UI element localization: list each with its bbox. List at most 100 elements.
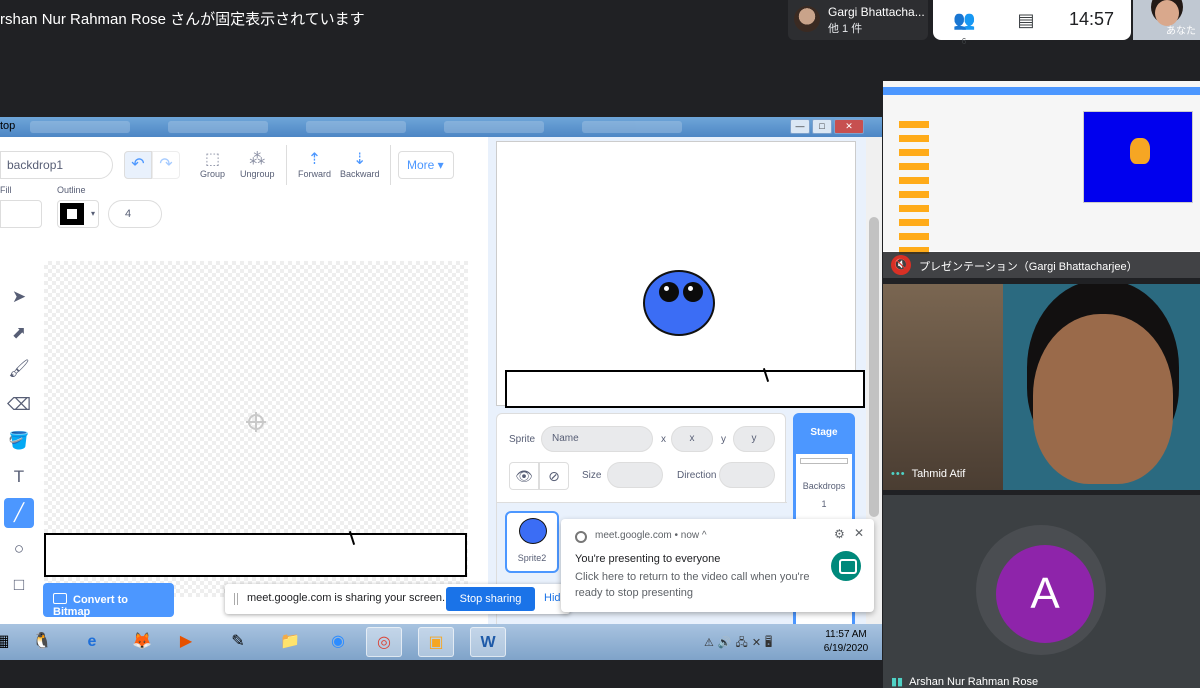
self-video-tile[interactable]: あなた xyxy=(1133,0,1200,40)
line-tool-icon[interactable]: ╱ xyxy=(4,498,34,528)
fill-tool-icon[interactable]: 🪣 xyxy=(4,426,34,456)
sprite-label: Sprite xyxy=(509,434,536,445)
presentation-caption: プレゼンテーション（Gargi Bhattacharjee） xyxy=(919,261,1138,273)
circle-tool-icon[interactable]: ○ xyxy=(4,534,34,564)
size-label: Size xyxy=(582,470,602,481)
presenter-chip[interactable]: Gargi Bhattacha... 他 1 件 xyxy=(788,0,928,40)
participant-avatar-tile[interactable]: A ▮▮ Arshan Nur Rahman Rose xyxy=(883,495,1200,688)
explorer-icon[interactable]: 📁 xyxy=(272,627,308,657)
sprite-ball[interactable] xyxy=(643,270,715,336)
select-tool-icon[interactable]: ➤ xyxy=(4,282,34,312)
penguin-icon[interactable]: 🐧 xyxy=(24,627,60,657)
size-input[interactable] xyxy=(607,462,663,488)
backward-button[interactable]: ⇣ Backward xyxy=(340,149,380,179)
brush-tool-icon[interactable]: 🖌 xyxy=(4,354,34,384)
sprite-eye-left xyxy=(659,282,679,302)
notification-source: meet.google.com • now ^ xyxy=(595,530,707,541)
zoom-icon[interactable]: ◉ xyxy=(320,627,356,657)
chrome-taskbar-icon[interactable]: ◎ xyxy=(366,627,402,657)
forward-button[interactable]: ⇡ Forward xyxy=(298,149,331,179)
fill-color-picker[interactable] xyxy=(0,200,42,228)
more-button[interactable]: More ▾ xyxy=(398,151,454,179)
presenter-sub: 他 1 件 xyxy=(828,23,863,35)
maximize-button[interactable]: □ xyxy=(812,119,832,134)
scrollbar-thumb[interactable] xyxy=(869,217,879,517)
ie-icon[interactable]: e xyxy=(74,627,110,657)
center-crosshair-icon xyxy=(246,412,266,432)
ungroup-label: Ungroup xyxy=(240,169,275,179)
meet-top-controls: 👥6 ▤ 14:57 xyxy=(933,0,1131,46)
show-sprite-button[interactable]: 👁 xyxy=(509,462,539,490)
drag-handle-icon[interactable] xyxy=(234,593,238,605)
toolbar-divider xyxy=(286,145,287,185)
word-taskbar-icon[interactable]: W xyxy=(470,627,506,657)
taskbar-clock[interactable]: 11:57 AM 6/19/2020 xyxy=(816,628,876,656)
avatar: A xyxy=(996,545,1094,643)
costume-name-input[interactable]: backdrop1 xyxy=(0,151,113,179)
direction-input[interactable] xyxy=(719,462,775,488)
system-tray[interactable]: ⚠🔊🖧✕🖥 xyxy=(704,634,776,653)
preview-cat xyxy=(1130,138,1150,164)
drawn-rectangle[interactable] xyxy=(44,531,467,577)
avatar-name: Arshan Nur Rahman Rose xyxy=(909,676,1039,688)
drawn-line[interactable] xyxy=(348,531,356,545)
backdrops-count: 1 xyxy=(821,499,827,509)
ungroup-button[interactable]: ⁂ Ungroup xyxy=(240,149,275,179)
gear-icon[interactable]: ⚙ xyxy=(834,527,845,541)
eye-icon: 👁 xyxy=(515,468,533,484)
close-icon[interactable]: ✕ xyxy=(854,526,864,540)
screen-share-bar: meet.google.com is sharing your screen. … xyxy=(225,584,570,614)
self-label: あなた xyxy=(1166,26,1196,37)
reshape-tool-icon[interactable]: ⬈ xyxy=(4,318,34,348)
participant-caption: ••• Tahmid Atif xyxy=(891,468,965,480)
firefox-icon[interactable]: 🦊 xyxy=(124,627,160,657)
participant-video-tile[interactable]: ••• Tahmid Atif xyxy=(883,284,1200,490)
redo-button[interactable]: ↷ xyxy=(152,151,180,179)
avatar-caption: ▮▮ Arshan Nur Rahman Rose xyxy=(891,675,1038,688)
preview-stage xyxy=(1083,111,1193,203)
stage-line xyxy=(762,368,770,382)
x-input[interactable]: x xyxy=(671,426,713,452)
pinned-message: rshan Nur Rahman Rose さんが固定表示されています xyxy=(0,11,365,28)
people-icon[interactable]: 👥6 xyxy=(953,9,975,46)
sprite-name-input[interactable]: Name xyxy=(541,426,653,452)
stop-sharing-button[interactable]: Stop sharing xyxy=(446,587,535,611)
backdrops-label: Backdrops xyxy=(802,481,846,491)
preview-blocks xyxy=(899,121,929,261)
outline-swatch xyxy=(60,203,84,225)
minimize-button[interactable]: — xyxy=(790,119,810,134)
hide-sprite-button[interactable]: ⊘ xyxy=(539,462,569,490)
paint-editor: backdrop1 ↶ ↷ ⬚ Group ⁂ Ungroup ⇡ Forwar… xyxy=(0,137,488,660)
undo-button[interactable]: ↶ xyxy=(124,151,152,179)
start-icon[interactable]: ▦ xyxy=(0,627,20,657)
eraser-tool-icon[interactable]: ⌫ xyxy=(4,390,34,420)
group-button[interactable]: ⬚ Group xyxy=(200,149,225,179)
taskbar: ▦ 🐧 e 🦊 ▶ ✎ 📁 ◉ ◎ ▣ W ⚠🔊🖧✕🖥 11:57 AM 6/1… xyxy=(0,624,882,660)
y-input[interactable]: y xyxy=(733,426,775,452)
forward-icon: ⇡ xyxy=(307,151,322,168)
notes-icon[interactable]: ✎ xyxy=(220,627,256,657)
scratch-taskbar-icon[interactable]: ▣ xyxy=(418,627,454,657)
fill-label: Fill xyxy=(0,185,12,195)
text-tool-icon[interactable]: T xyxy=(4,462,34,492)
audio-indicator-icon: ••• xyxy=(891,468,906,480)
stroke-width-input[interactable]: 4 xyxy=(108,200,162,228)
chat-icon[interactable]: ▤ xyxy=(1015,9,1037,31)
stage-canvas[interactable] xyxy=(496,141,865,408)
presentation-tile[interactable]: 🔇 プレゼンテーション（Gargi Bhattacharjee） xyxy=(883,81,1200,278)
hide-share-bar-button[interactable]: Hid xyxy=(544,592,561,604)
presenting-notification[interactable]: meet.google.com • now ^ ⚙ ✕ You're prese… xyxy=(561,519,874,612)
sprite-thumbnail[interactable]: Sprite2 xyxy=(505,511,559,573)
backward-icon: ⇣ xyxy=(353,151,367,168)
media-player-icon[interactable]: ▶ xyxy=(168,627,204,657)
meet-icon xyxy=(831,551,861,581)
rectangle-tool-icon[interactable]: □ xyxy=(4,570,34,600)
shared-screen-window: top — □ ✕ backdrop1 ↶ ↷ ⬚ Group ⁂ Ungrou… xyxy=(0,117,882,660)
convert-to-bitmap-button[interactable]: Convert to Bitmap xyxy=(43,583,174,618)
close-button[interactable]: ✕ xyxy=(834,119,864,134)
window-title: top xyxy=(0,120,16,132)
presentation-preview xyxy=(883,81,1200,261)
meet-clock: 14:57 xyxy=(1069,9,1115,29)
outline-color-picker[interactable]: ▾ xyxy=(57,200,99,228)
window-titlebar[interactable]: top — □ ✕ xyxy=(0,117,882,137)
